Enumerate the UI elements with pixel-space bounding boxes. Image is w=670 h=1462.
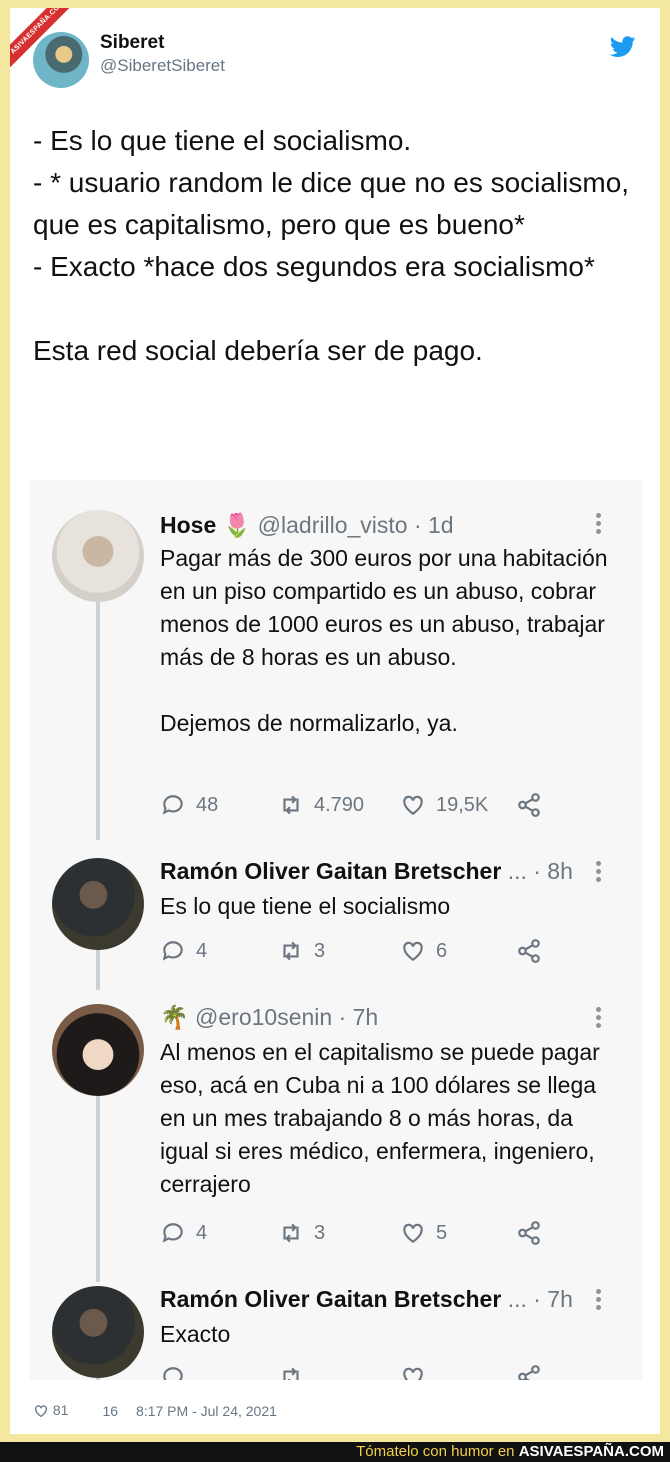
reply-time: · 1d <box>413 512 454 538</box>
reply-count: 4 <box>196 1221 208 1244</box>
retweet-button[interactable] <box>278 1362 304 1380</box>
tweet-text: - Es lo que tiene el socialismo. - * usu… <box>33 125 630 366</box>
retweet-icon <box>283 1223 299 1243</box>
like-count: 6 <box>436 939 448 962</box>
tweet-card: ASIVAESPAÑA.COM Siberet @SiberetSiberet … <box>10 8 660 1434</box>
reply-icon <box>162 795 183 815</box>
reply-header: Ramón Oliver Gaitan Bretscher ... · 8h <box>160 858 573 885</box>
heart-icon <box>403 1223 423 1243</box>
reply-icon <box>162 1223 183 1243</box>
reply-button[interactable]: 48 <box>160 790 218 820</box>
embedded-screenshot: Hose 🌷 @ladrillo_visto · 1d Pagar más de… <box>30 480 642 1380</box>
retweet-count: 3 <box>314 939 326 962</box>
watermark-bar: Tómatelo con humor en ASIVAESPAÑA.COM <box>0 1442 670 1462</box>
footer-timestamp[interactable]: 8:17 PM - Jul 24, 2021 <box>136 1403 277 1419</box>
reply-body: Exacto <box>160 1321 231 1347</box>
author-name[interactable]: Siberet <box>100 32 164 54</box>
twitter-bird-icon[interactable] <box>610 36 636 58</box>
like-count: 5 <box>436 1221 448 1244</box>
thread-line <box>96 950 100 990</box>
reply-actions: 48 4.790 19,5K <box>160 790 600 820</box>
more-dots-icon[interactable] <box>596 1004 606 1031</box>
reply-author-name[interactable]: Ramón Oliver Gaitan Bretscher <box>160 1286 501 1312</box>
reply-avatar[interactable] <box>52 1004 144 1096</box>
retweet-icon <box>283 941 299 961</box>
reply-actions: 4 3 5 <box>160 1218 600 1248</box>
reply-header: Ramón Oliver Gaitan Bretscher ... · 7h <box>160 1286 573 1313</box>
reply-avatar[interactable] <box>52 1286 144 1378</box>
author-avatar[interactable] <box>33 32 89 88</box>
reply-time: · 7h <box>533 1286 573 1312</box>
share-button[interactable] <box>516 1362 542 1380</box>
share-button[interactable] <box>516 790 542 820</box>
like-button[interactable]: 6 <box>400 936 447 966</box>
like-count: 19,5K <box>436 793 489 816</box>
like-button[interactable] <box>400 1362 426 1380</box>
heart-icon <box>403 941 423 961</box>
tweet-footer: 81 16 8:17 PM - Jul 24, 2021 <box>33 1402 277 1419</box>
reply-avatar[interactable] <box>52 510 144 602</box>
share-button[interactable] <box>516 1218 542 1248</box>
reply-button[interactable] <box>160 1362 186 1380</box>
reply-actions <box>160 1362 600 1380</box>
heart-icon <box>403 1367 423 1380</box>
reply-time: · 8h <box>533 858 573 884</box>
reply-count: 4 <box>196 939 208 962</box>
retweet-button[interactable]: 4.790 <box>278 790 364 820</box>
like-button[interactable]: 5 <box>400 1218 447 1248</box>
share-button[interactable] <box>516 936 542 966</box>
heart-icon <box>35 1405 47 1418</box>
retweet-count: 4.790 <box>314 793 365 816</box>
reply-handle[interactable]: ... <box>508 1286 527 1312</box>
retweet-icon <box>283 795 299 815</box>
reply-icon <box>163 1367 183 1380</box>
footer-likes[interactable]: 81 <box>33 1402 68 1419</box>
footer-comments[interactable]: 16 <box>102 1403 118 1419</box>
reply-time: · 7h <box>338 1004 379 1030</box>
reply-body: Es lo que tiene el socialismo <box>160 893 451 919</box>
reply-button[interactable]: 4 <box>160 1218 207 1248</box>
reply-body: Al menos en el capitalismo se puede paga… <box>160 1039 607 1197</box>
like-button[interactable]: 19,5K <box>400 790 488 820</box>
more-dots-icon[interactable] <box>596 510 606 537</box>
thread-line <box>96 570 100 840</box>
reply-header: Hose 🌷 @ladrillo_visto · 1d <box>160 512 454 539</box>
more-dots-icon[interactable] <box>596 858 606 885</box>
reply-avatar[interactable] <box>52 858 144 950</box>
reply-icon <box>162 941 183 961</box>
reply-handle[interactable]: ... <box>508 858 527 884</box>
reply-button[interactable]: 4 <box>160 936 207 966</box>
watermark-site[interactable]: ASIVAESPAÑA.COM <box>519 1443 670 1460</box>
reply-count: 48 <box>196 793 219 816</box>
footer-like-count: 81 <box>52 1402 69 1418</box>
reply-header: 🌴 @ero10senin · 7h <box>160 1004 378 1031</box>
share-icon <box>518 939 540 963</box>
watermark-tagline: Tómatelo con humor en <box>356 1443 515 1460</box>
reply-handle[interactable]: @ero10senin <box>195 1004 332 1030</box>
reply-handle[interactable]: @ladrillo_visto <box>258 512 408 538</box>
thread-line <box>96 1092 100 1282</box>
retweet-button[interactable]: 3 <box>278 936 325 966</box>
reply-author-name[interactable]: Hose <box>160 512 216 538</box>
heart-icon <box>403 795 423 815</box>
retweet-count: 3 <box>314 1221 326 1244</box>
reply-emoji: 🌴 <box>160 1004 189 1030</box>
reply-actions: 4 3 6 <box>160 936 600 966</box>
reply-author-name[interactable]: Ramón Oliver Gaitan Bretscher <box>160 858 501 884</box>
reply-body: Pagar más de 300 euros por una habitació… <box>160 545 608 736</box>
reply-emoji: 🌷 <box>222 512 252 538</box>
retweet-icon <box>283 1367 299 1380</box>
more-dots-icon[interactable] <box>596 1286 606 1313</box>
share-icon <box>518 1221 540 1245</box>
share-icon <box>518 793 540 817</box>
share-icon <box>518 1365 540 1380</box>
retweet-button[interactable]: 3 <box>278 1218 325 1248</box>
author-handle[interactable]: @SiberetSiberet <box>100 56 225 76</box>
